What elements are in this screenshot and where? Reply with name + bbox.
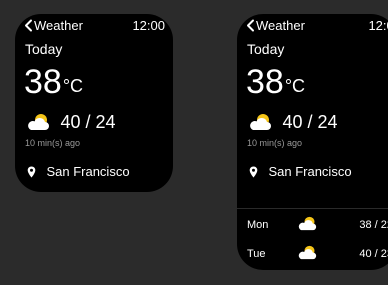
partly-cloudy-icon — [298, 216, 317, 231]
status-bar: Weather 12:00 — [237, 14, 388, 38]
forecast-temperature: 40 / 23 — [359, 248, 388, 260]
current-temperature: 38°C — [246, 60, 305, 104]
location-pin-icon — [27, 166, 36, 178]
location-name: San Francisco — [268, 164, 352, 179]
partly-cloudy-icon — [298, 245, 317, 260]
forecast-row-mon[interactable]: Mon 38 / 22 — [237, 215, 388, 235]
high-low-temperature: 40 / 24 — [282, 112, 338, 132]
app-title[interactable]: Weather — [34, 18, 83, 33]
forecast-temperature: 38 / 22 — [359, 219, 388, 231]
clock-time: 12:00 — [368, 18, 388, 33]
watch-screen-current: Weather 12:00 Today 38°C 40 / 24 10 min(… — [15, 14, 173, 192]
chevron-left-icon[interactable] — [24, 19, 33, 32]
status-bar: Weather 12:00 — [15, 14, 173, 38]
partly-cloudy-icon — [250, 114, 271, 130]
today-label: Today — [25, 41, 63, 57]
forecast-row-tue[interactable]: Tue 40 / 23 — [237, 244, 388, 264]
app-title[interactable]: Weather — [256, 18, 305, 33]
chevron-left-icon[interactable] — [246, 19, 255, 32]
current-temperature: 38°C — [24, 60, 83, 104]
temperature-unit: °C — [284, 76, 306, 96]
location-name: San Francisco — [46, 164, 130, 179]
today-label: Today — [247, 41, 285, 57]
temperature-value: 38 — [24, 63, 62, 101]
watch-screen-forecast: Weather 12:00 Today 38°C 40 / 24 10 min(… — [237, 14, 388, 270]
forecast-day: Tue — [247, 248, 266, 260]
location-row[interactable]: San Francisco — [27, 164, 130, 180]
partly-cloudy-icon — [28, 114, 49, 130]
high-low-row: 40 / 24 — [26, 111, 116, 133]
temperature-value: 38 — [246, 63, 284, 101]
location-row[interactable]: San Francisco — [249, 164, 352, 180]
last-updated: 10 min(s) ago — [247, 138, 303, 148]
high-low-row: 40 / 24 — [248, 111, 338, 133]
temperature-unit: °C — [62, 76, 84, 96]
forecast-day: Mon — [247, 219, 269, 231]
clock-time: 12:00 — [132, 18, 165, 33]
divider — [237, 208, 388, 209]
high-low-temperature: 40 / 24 — [60, 112, 116, 132]
last-updated: 10 min(s) ago — [25, 138, 81, 148]
location-pin-icon — [249, 166, 258, 178]
